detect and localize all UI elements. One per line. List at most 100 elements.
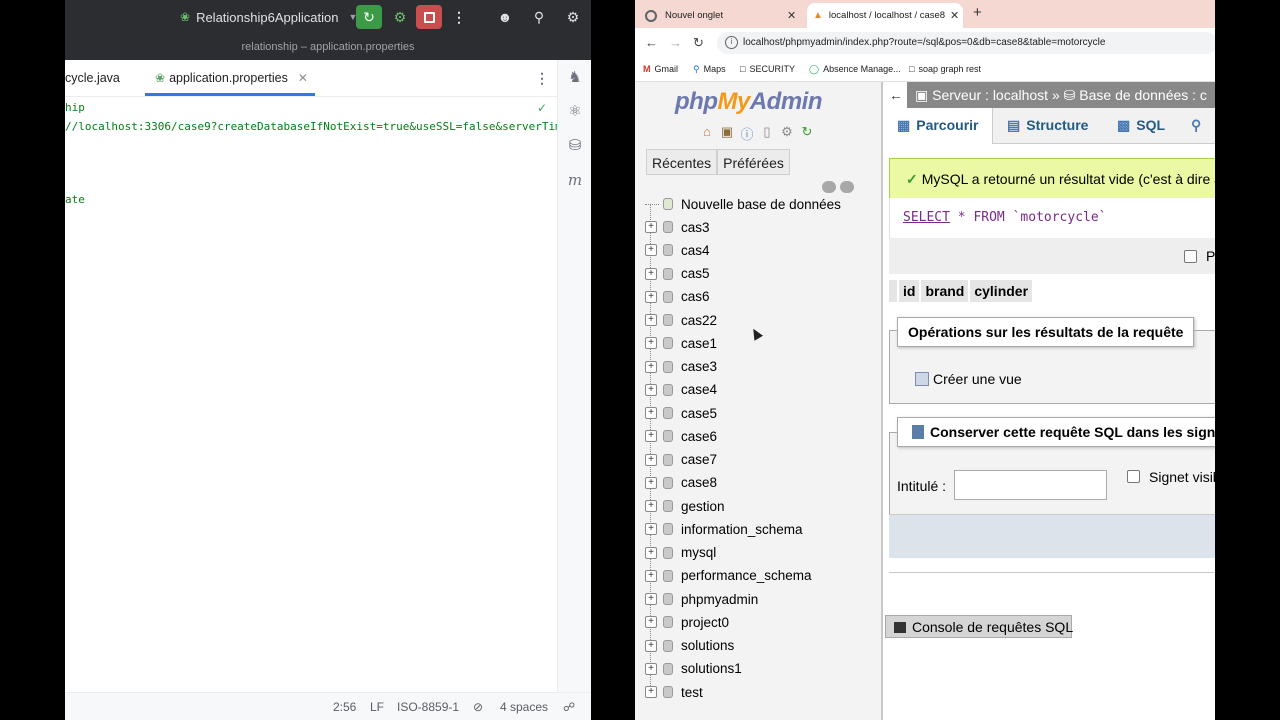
site-info-icon[interactable]: i: [725, 36, 738, 49]
expand-icon[interactable]: +: [645, 500, 657, 512]
browser-tab-new[interactable]: Nouvel onglet ✕: [645, 3, 805, 28]
database-item[interactable]: + solutions: [645, 636, 734, 656]
database-icon[interactable]: ⛁: [565, 136, 585, 156]
lock-icon[interactable]: ☍: [563, 700, 575, 714]
code-editor[interactable]: hip //localhost:3306/case9?createDatabas…: [65, 97, 557, 692]
search-everywhere-button[interactable]: ⚲: [526, 5, 552, 29]
ai-assistant-icon[interactable]: ⚛: [565, 102, 585, 122]
expand-icon[interactable]: +: [645, 221, 657, 233]
logout-icon[interactable]: ▣: [719, 124, 735, 143]
expand-icon[interactable]: +: [645, 686, 657, 698]
expand-icon[interactable]: +: [645, 314, 657, 326]
collapse-nav-arrow-icon[interactable]: ←: [885, 82, 907, 108]
indent-setting[interactable]: 4 spaces: [500, 700, 548, 714]
database-item[interactable]: + case7: [645, 450, 717, 470]
create-view-link[interactable]: Créer une vue: [915, 371, 1022, 387]
expand-icon[interactable]: +: [645, 360, 657, 373]
bell-icon[interactable]: ♞: [565, 68, 585, 88]
bookmark-gmail[interactable]: M Gmail: [643, 64, 678, 74]
database-item[interactable]: + project0: [645, 612, 729, 632]
database-item[interactable]: + case6: [645, 426, 717, 446]
stop-button[interactable]: [416, 5, 442, 29]
close-icon[interactable]: ✕: [950, 9, 959, 22]
bookmark-absence[interactable]: ◯ Absence Manage...: [809, 64, 901, 75]
expand-icon[interactable]: +: [645, 569, 657, 582]
breadcrumb-database[interactable]: Base de données : c: [1079, 87, 1207, 103]
expand-icon[interactable]: +: [645, 383, 657, 396]
expand-icon[interactable]: +: [645, 523, 657, 536]
url-input[interactable]: i localhost/phpmyadmin/index.php?route=/…: [717, 32, 1215, 54]
expand-icon[interactable]: +: [645, 476, 657, 489]
expand-icon[interactable]: +: [645, 407, 657, 419]
database-item[interactable]: + case3: [645, 357, 717, 377]
database-item[interactable]: + phpmyadmin: [645, 589, 758, 609]
file-encoding[interactable]: ISO-8859-1: [397, 700, 459, 714]
database-item[interactable]: + cas3: [645, 217, 710, 237]
database-item[interactable]: + cas4: [645, 240, 710, 260]
browser-tab-phpmyadmin[interactable]: ▲ localhost / localhost / case8 ✕: [807, 3, 963, 28]
column-header-cylinder[interactable]: cylinder: [970, 280, 1033, 302]
expand-icon[interactable]: +: [645, 639, 657, 652]
bookmark-visible-checkbox[interactable]: [1127, 470, 1140, 483]
close-icon[interactable]: ✕: [787, 9, 796, 22]
editorconfig-icon[interactable]: ⊘: [473, 700, 483, 714]
gear-icon[interactable]: ⚙: [779, 124, 795, 143]
database-item[interactable]: + mysql: [645, 543, 716, 563]
code-with-me-button[interactable]: ☻: [492, 5, 518, 29]
breadcrumb-server[interactable]: Serveur : localhost: [932, 87, 1048, 103]
bookmark-title-input[interactable]: [954, 470, 1107, 500]
sql-select-keyword[interactable]: SELECT: [903, 210, 950, 225]
debug-button[interactable]: ⚙: [387, 5, 413, 29]
line-separator[interactable]: LF: [370, 700, 384, 714]
database-item[interactable]: + case1: [645, 333, 717, 353]
help-icon[interactable]: ⓘ: [739, 124, 755, 143]
database-item[interactable]: + cas22: [645, 310, 717, 330]
expand-icon[interactable]: +: [645, 546, 657, 559]
database-item[interactable]: + case5: [645, 403, 717, 423]
database-item[interactable]: + cas5: [645, 264, 710, 284]
docs-icon[interactable]: ▯: [759, 124, 775, 143]
tabs-menu-button[interactable]: ⋮: [535, 60, 549, 96]
expand-icon[interactable]: +: [645, 616, 657, 629]
collapse-all-icon[interactable]: [822, 181, 836, 193]
new-tab-button[interactable]: +: [973, 4, 982, 21]
maven-icon[interactable]: m: [565, 170, 585, 190]
database-item[interactable]: + gestion: [645, 496, 725, 516]
tab-motorcycle-java[interactable]: cycle.java: [65, 60, 120, 96]
profiling-checkbox[interactable]: [1184, 250, 1197, 263]
more-actions-button[interactable]: ⋮: [446, 5, 472, 29]
run-configuration-selector[interactable]: ❀ Relationship6Application ▼: [180, 6, 357, 28]
back-icon[interactable]: ←: [645, 35, 658, 50]
expand-icon[interactable]: +: [645, 267, 657, 280]
reload-icon[interactable]: ↻: [799, 124, 815, 143]
tab-browse[interactable]: ▦ Parcourir: [885, 108, 993, 144]
column-header-brand[interactable]: brand: [921, 280, 969, 302]
database-item[interactable]: + solutions1: [645, 659, 742, 679]
settings-button[interactable]: ⚙: [560, 5, 586, 29]
tab-sql[interactable]: ▩ SQL: [1117, 108, 1165, 144]
caret-position[interactable]: 2:56: [333, 700, 356, 714]
sql-console-toggle[interactable]: Console de requêtes SQL: [885, 615, 1073, 638]
forward-icon[interactable]: →: [669, 35, 682, 50]
tab-favorites[interactable]: Préférées: [717, 149, 790, 175]
database-item[interactable]: + information_schema: [645, 519, 803, 539]
link-with-main-icon[interactable]: [840, 181, 854, 193]
close-icon[interactable]: ✕: [298, 71, 308, 85]
database-item[interactable]: + cas6: [645, 287, 710, 307]
tab-application-properties[interactable]: ❀ application.properties ✕: [155, 60, 308, 96]
database-item[interactable]: + test: [645, 682, 703, 702]
bookmark-maps[interactable]: ⚲ Maps: [693, 64, 726, 75]
expand-icon[interactable]: +: [645, 593, 657, 605]
database-item[interactable]: + case4: [645, 380, 717, 400]
home-icon[interactable]: ⌂: [699, 124, 715, 143]
expand-icon[interactable]: +: [645, 290, 657, 303]
expand-icon[interactable]: +: [645, 430, 657, 443]
column-header-id[interactable]: id: [899, 280, 920, 302]
expand-icon[interactable]: +: [645, 244, 657, 257]
expand-icon[interactable]: +: [645, 662, 657, 675]
bookmark-folder-security[interactable]: □ SECURITY: [740, 64, 795, 74]
new-database-item[interactable]: Nouvelle base de données: [645, 194, 841, 214]
bookmark-folder-soap[interactable]: □ soap graph rest: [909, 64, 981, 74]
reload-icon[interactable]: ↻: [693, 35, 704, 51]
database-item[interactable]: + performance_schema: [645, 566, 812, 586]
